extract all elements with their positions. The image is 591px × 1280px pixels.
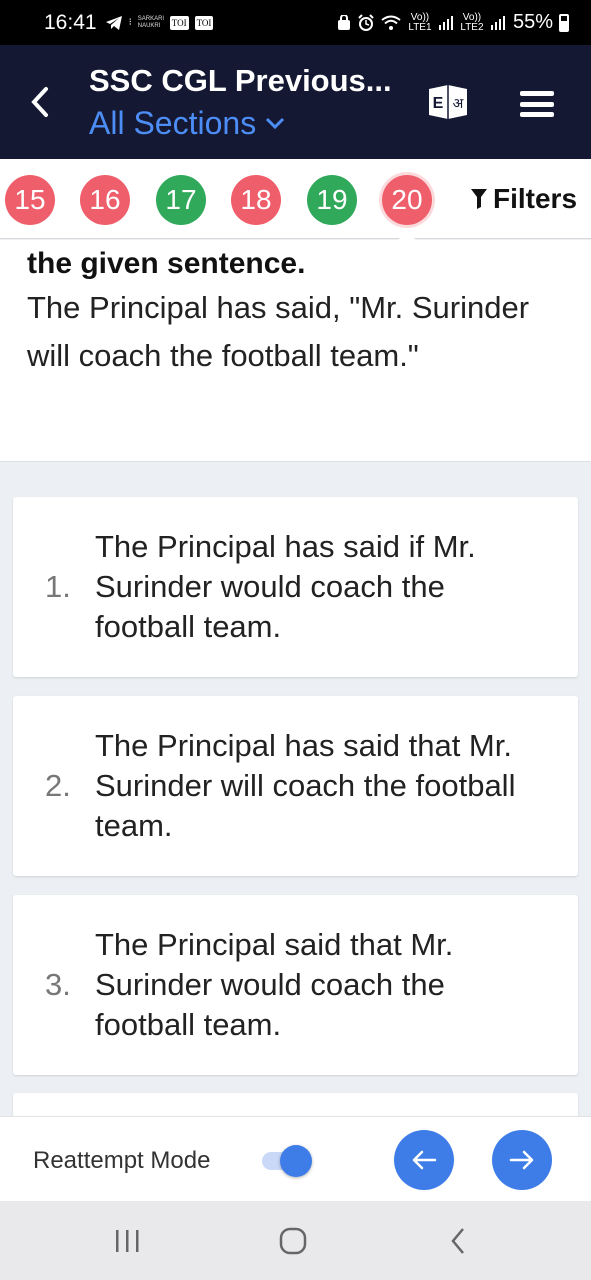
arrow-left-icon [412,1150,437,1170]
hamburger-menu-icon[interactable] [520,91,554,117]
question-panel: the given sentence. The Principal has sa… [0,240,591,462]
back-button[interactable] [0,45,80,159]
question-pill-18[interactable]: 18 [231,175,281,225]
sarkari-naukri-icon: SARKARI NAUKRI [137,15,165,29]
notification-icon: ⁝ [128,17,132,28]
app-header: SSC CGL Previous... All Sections E अ [0,45,591,159]
reattempt-mode-toggle[interactable] [262,1145,314,1177]
network-1-label: Vo)) LTE1 [408,11,432,33]
language-toggle-icon[interactable]: E अ [426,81,470,121]
status-time: 16:41 [44,10,97,34]
filters-button[interactable]: Filters [471,183,577,215]
question-pill-15[interactable]: 15 [5,175,55,225]
arrow-right-icon [509,1150,534,1170]
chevron-down-icon [266,117,285,130]
option-number: 1. [45,569,71,604]
back-arrow-icon [31,87,48,117]
option-number: 3. [45,967,71,1002]
toi-badge-1: TOI [169,15,189,30]
toi-badge-2: TOI [194,15,214,30]
signal-icon-2 [490,15,505,30]
question-pill-17[interactable]: 17 [156,175,206,225]
option-text: The Principal has said if Mr. Surinder w… [95,529,476,644]
page-title: SSC CGL Previous... [89,62,392,98]
home-icon[interactable] [278,1225,308,1257]
active-question-pointer [397,231,417,241]
option-text: The Principal said that Mr. Surinder wou… [95,927,454,1042]
option-number: 2. [45,768,71,803]
question-nav: 15 16 17 18 19 20 Filters [0,159,591,239]
reattempt-mode-label: Reattempt Mode [33,1147,211,1174]
previous-question-button[interactable] [394,1130,454,1190]
recent-apps-icon[interactable] [112,1225,142,1257]
question-instruction: the given sentence. [27,247,306,280]
question-pill-16[interactable]: 16 [80,175,130,225]
alarm-icon [358,13,374,31]
question-pill-20[interactable]: 20 [382,175,432,225]
filter-icon [471,189,487,209]
status-left-icons: ⁝ SARKARI NAUKRI TOI TOI [105,15,214,31]
header-titles: SSC CGL Previous... All Sections [89,63,392,142]
bottom-bar: Reattempt Mode [0,1116,591,1201]
signal-icon [438,15,453,30]
status-bar: 16:41 ⁝ SARKARI NAUKRI TOI TOI Vo)) LTE1… [0,0,591,45]
svg-text:अ: अ [453,96,464,112]
lock-bag-icon [337,14,350,30]
system-back-icon[interactable] [446,1225,470,1257]
section-selector[interactable]: All Sections [89,105,392,142]
system-nav-bar [0,1201,591,1280]
option-1[interactable]: 1. The Principal has said if Mr. Surinde… [13,497,578,677]
battery-icon [559,13,569,32]
option-2[interactable]: 2. The Principal has said that Mr. Surin… [13,696,578,876]
filters-label: Filters [493,183,578,214]
question-text: The Principal has said, "Mr. Surinder wi… [27,290,530,373]
next-question-button[interactable] [492,1130,552,1190]
telegram-icon [105,15,122,30]
section-selector-label: All Sections [89,104,257,141]
battery-percent: 55% [512,11,553,33]
option-text: The Principal has said that Mr. Surinder… [95,728,516,843]
wifi-icon [381,15,401,30]
question-pill-19[interactable]: 19 [307,175,357,225]
svg-text:E: E [433,95,444,112]
network-2-label: Vo)) LTE2 [460,11,484,33]
status-right-icons: Vo)) LTE1 Vo)) LTE2 55% [337,11,569,34]
option-3[interactable]: 3. The Principal said that Mr. Surinder … [13,895,578,1075]
